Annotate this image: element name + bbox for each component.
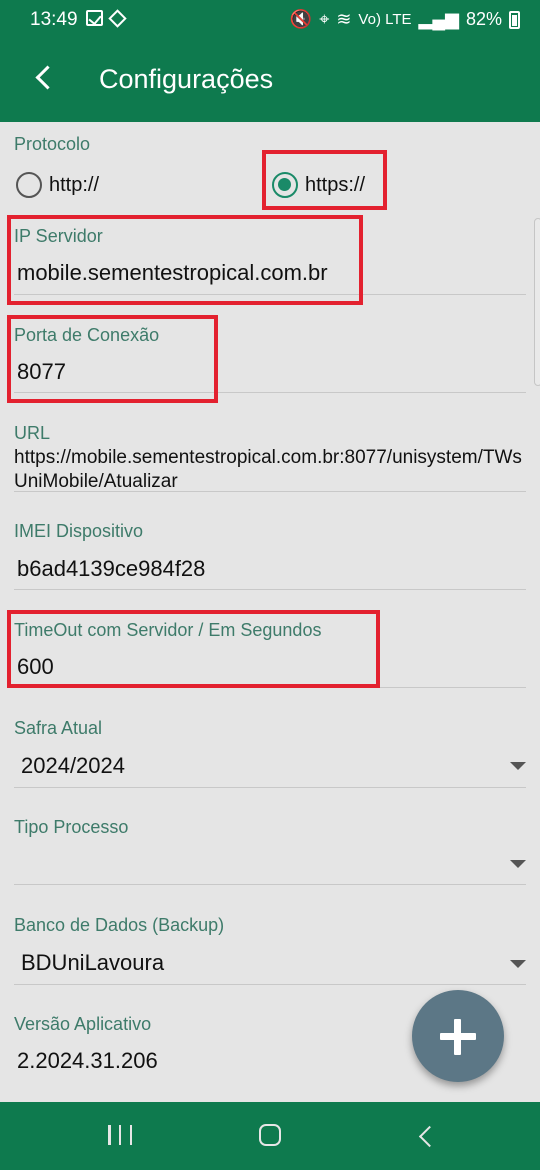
system-nav-bar [0,1102,540,1170]
banco-select[interactable]: BDUniLavoura [21,950,164,976]
scrollbar-thumb[interactable] [534,218,540,386]
highlight-box-https [262,150,387,210]
safra-dropdown-icon[interactable] [510,762,526,770]
add-button[interactable] [412,990,504,1082]
banco-dropdown-icon[interactable] [510,960,526,968]
radio-http[interactable] [16,172,42,198]
app-bar: Configurações [0,40,540,122]
tipo-processo-label: Tipo Processo [14,817,129,837]
banco-underline [14,984,526,985]
mute-icon: 🔇 [289,9,313,29]
imei-underline [14,589,526,590]
volte-icon: Vo) LTE [358,10,412,28]
url-field[interactable]: https://mobile.sementestropical.com.br:8… [14,446,529,494]
home-icon[interactable] [259,1124,281,1146]
checkbox-notification-icon [86,10,103,26]
imei-label: IMEI Dispositivo [14,521,144,541]
page-title: Configurações [99,64,274,94]
back-arrow-icon[interactable] [22,56,66,100]
tipo-processo-underline [14,884,526,885]
status-bar: 13:49 🔇 ⌖ ≋ Vo) LTE ▂▄▆ 82% [0,0,540,40]
battery-percent: 82% [465,9,502,29]
protocol-label: Protocolo [14,134,91,154]
diamond-notification-icon [108,8,127,28]
versao-field: 2.2024.31.206 [17,1048,158,1073]
highlight-box-timeout [7,610,380,688]
url-label: URL [14,423,51,443]
location-icon: ⌖ [319,9,330,29]
tipo-processo-dropdown-icon[interactable] [510,860,526,868]
nav-back-icon[interactable] [414,1124,438,1148]
imei-field[interactable]: b6ad4139ce984f28 [17,556,205,582]
recent-apps-icon[interactable] [108,1125,132,1145]
battery-icon [509,10,520,29]
signal-icon: ▂▄▆ [418,9,459,29]
banco-label: Banco de Dados (Backup) [14,915,225,935]
safra-underline [14,787,526,788]
radio-http-label[interactable]: http:// [49,174,99,197]
safra-label: Safra Atual [14,718,103,738]
safra-select[interactable]: 2024/2024 [21,753,125,779]
status-time: 13:49 [30,9,78,30]
versao-label: Versão Aplicativo [14,1014,152,1034]
url-underline [14,491,526,492]
wifi-icon: ≋ [336,9,352,29]
highlight-box-ip [7,215,363,305]
highlight-box-port [7,315,218,403]
